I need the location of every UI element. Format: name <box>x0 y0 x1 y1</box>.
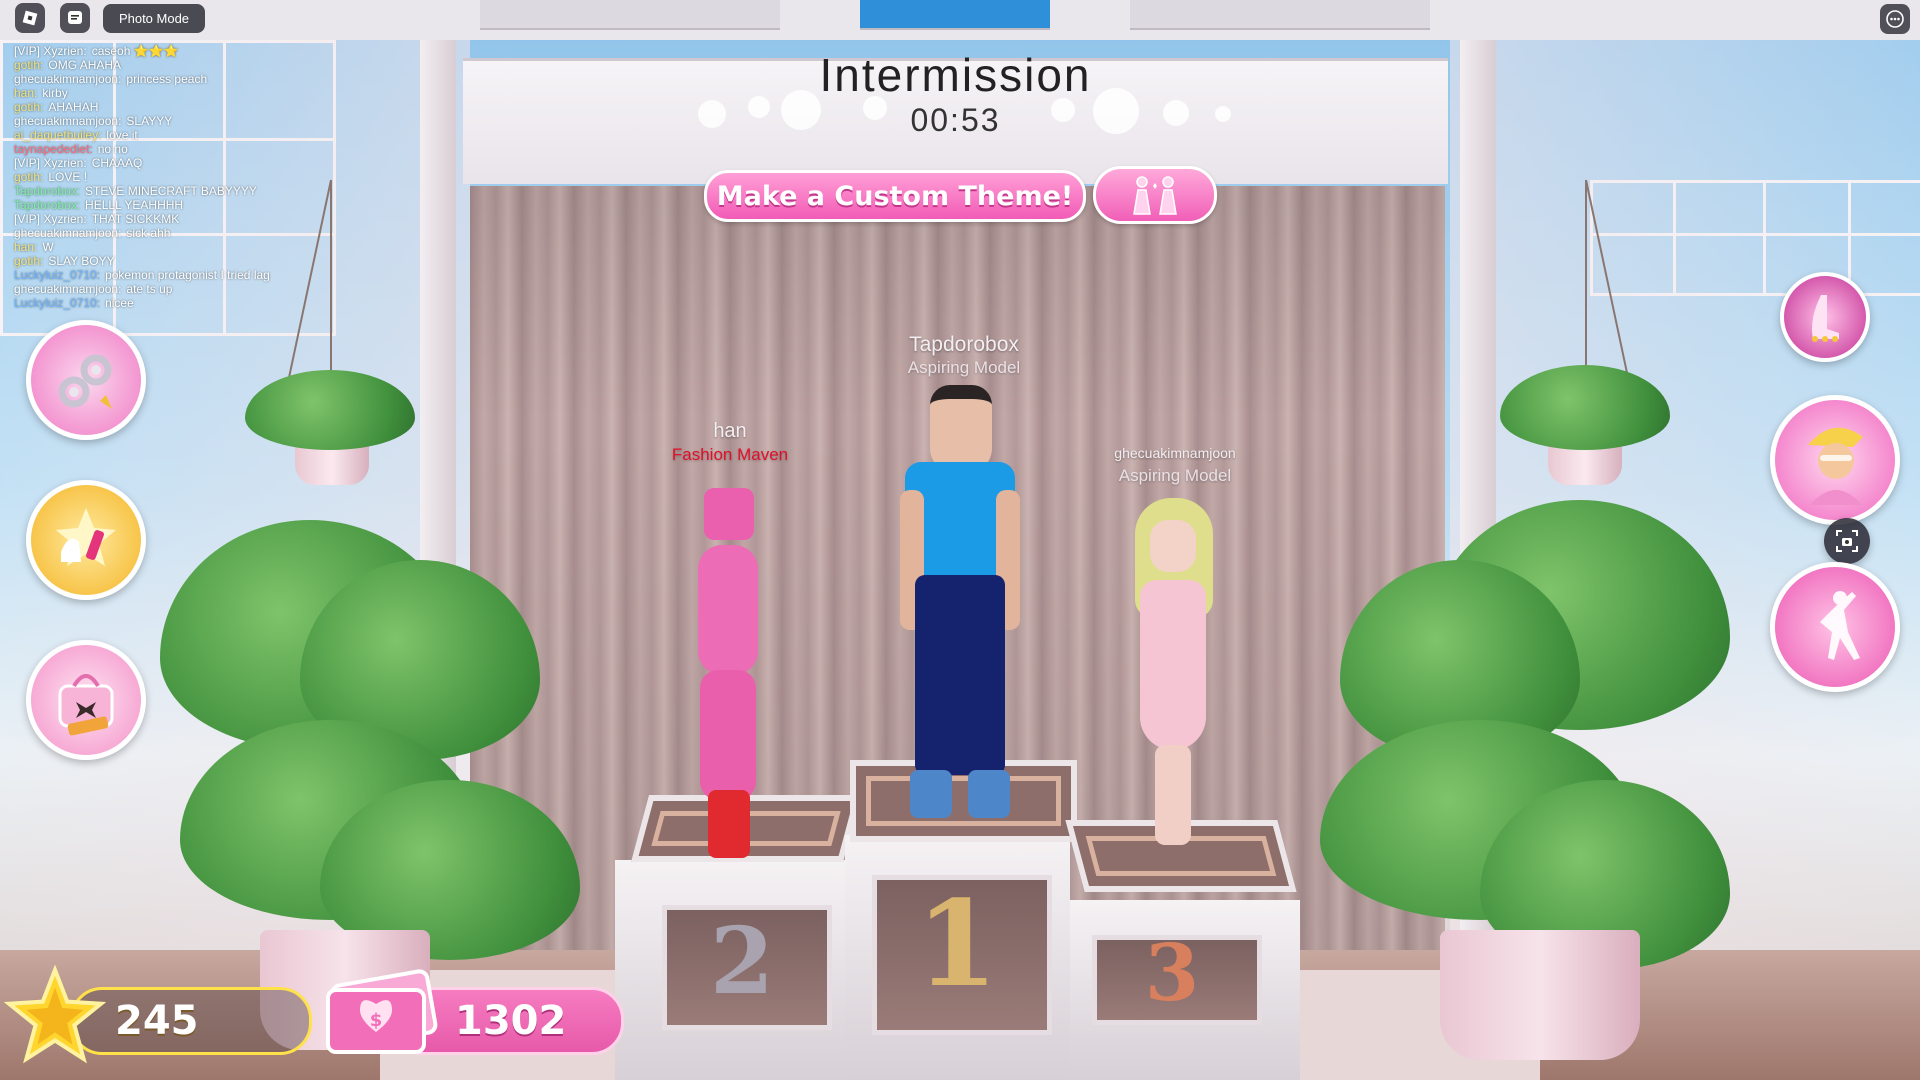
settings-button[interactable] <box>26 320 146 440</box>
character-button[interactable] <box>1770 395 1900 525</box>
outfit-shop-button[interactable] <box>26 480 146 600</box>
character-icon <box>1808 427 1863 505</box>
ceiling-beam <box>480 0 780 30</box>
chat-message: ghecuakimnamjoon: ate ts up <box>14 282 173 296</box>
duo-mode-button[interactable] <box>1093 166 1217 224</box>
pose-button[interactable] <box>1770 562 1900 692</box>
player-name-second: han <box>713 420 747 442</box>
pose-icon <box>1820 591 1860 660</box>
roblox-menu-button[interactable] <box>15 3 45 33</box>
more-options-button[interactable] <box>1880 4 1910 34</box>
chat-icon <box>68 11 82 24</box>
chat-toggle-button[interactable] <box>60 3 90 33</box>
screenshot-icon <box>1836 530 1858 552</box>
podium-number-1: 1 <box>915 874 999 1013</box>
cash-icon: $ <box>326 969 438 1054</box>
podium-number-3: 3 <box>1144 928 1200 1019</box>
star-icon <box>4 965 106 1064</box>
chat-message: ghecuakimnamjoon: princess peach <box>14 72 208 86</box>
chat-message: [VIP] Xyzrien: caseoh ⭐⭐⭐ <box>14 44 179 58</box>
chat-message: ghecuakimnamjoon: sick ahh <box>14 226 171 240</box>
shoe-button[interactable] <box>1780 272 1870 362</box>
codes-icon <box>58 674 114 736</box>
more-icon <box>1886 10 1904 28</box>
settings-icon <box>58 354 112 409</box>
chat-message: gotih: SLAY BOYY <box>14 254 115 268</box>
podium-number-2: 2 <box>709 907 774 1015</box>
chat-message: ghecuakimnamjoon: SLAYYY <box>14 114 173 128</box>
stars-counter: 245 <box>70 987 312 1055</box>
stars-value: 245 <box>115 998 199 1044</box>
chat-message: gotih: AHAHAH <box>14 100 99 114</box>
chat-log: [VIP] Xyzrien: caseoh ⭐⭐⭐ gotih: OMG AHAHA… <box>14 44 334 310</box>
chat-message: ai_daquetbuiley: love it <box>14 128 138 142</box>
player-name-first: Tapdorobox <box>909 333 1019 356</box>
chat-message: han: kirby <box>14 86 68 100</box>
ceiling-beam <box>860 0 1050 30</box>
chat-message: han: W <box>14 240 54 254</box>
chat-message: Tapdorobox: HELLL YEAHHHH <box>14 198 184 212</box>
chat-message: Luckyluiz_0710: pokemon protagonist I tri… <box>14 268 270 282</box>
chat-message: [VIP] Xyzrien: CHAAAQ <box>14 156 143 170</box>
chat-message: Tapdorobox: STEVE MINECRAFT BABYYYY <box>14 184 257 198</box>
chat-message: gotih: LOVE ! <box>14 170 88 184</box>
player-title-third: Aspiring Model <box>1118 466 1232 485</box>
chat-message: [VIP] Xyzrien: THAT SICKKMK <box>14 212 180 226</box>
chat-message: Luckyluiz_0710: nicee <box>14 296 134 310</box>
player-name-third: ghecuakimnamjoon <box>1114 445 1236 461</box>
plant-pot-right <box>1440 930 1640 1060</box>
player-title-first: Aspiring Model <box>907 358 1021 377</box>
custom-theme-button[interactable]: Make a Custom Theme! <box>704 170 1086 222</box>
intermission-title: Intermission <box>819 49 1092 101</box>
duo-models-icon <box>1133 176 1177 215</box>
chat-message: gotih: OMG AHAHA <box>14 58 122 72</box>
shoe-icon <box>1812 295 1839 342</box>
intermission-timer: 00:53 <box>910 102 1001 138</box>
svg-text:$: $ <box>370 1010 383 1031</box>
screenshot-button[interactable] <box>1824 518 1870 564</box>
cash-value: 1302 <box>455 998 567 1044</box>
codes-button[interactable] <box>26 640 146 760</box>
roblox-logo-icon <box>22 10 38 26</box>
chat-message: taynapedediet: no no <box>14 142 128 156</box>
ceiling-beam <box>1130 0 1430 30</box>
outfit-icon <box>56 508 116 566</box>
player-title-second: Fashion Maven <box>671 445 789 464</box>
photo-mode-button[interactable]: Photo Mode <box>103 4 205 33</box>
